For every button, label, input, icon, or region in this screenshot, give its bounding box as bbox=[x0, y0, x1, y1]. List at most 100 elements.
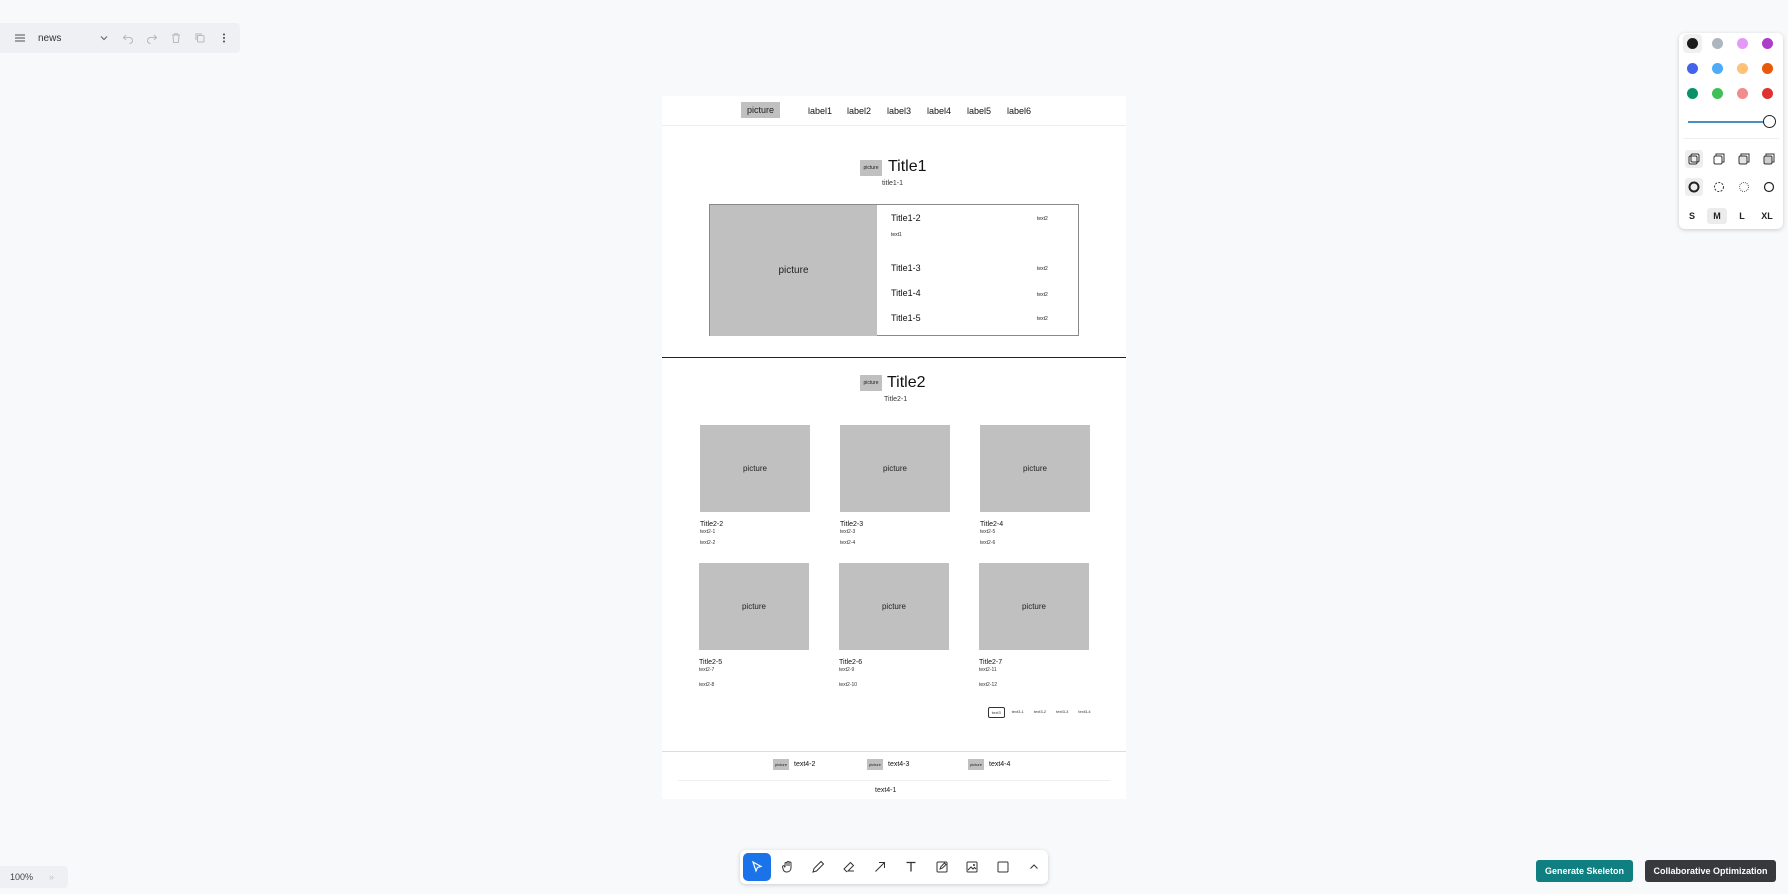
news-card[interactable]: picture Title2-2 text2-1 text2-2 bbox=[700, 425, 810, 546]
news-card-picture[interactable]: picture bbox=[979, 563, 1089, 650]
note-tool-icon[interactable] bbox=[928, 853, 956, 881]
color-swatch[interactable] bbox=[1712, 38, 1723, 49]
footer-item-text[interactable]: text4-2 bbox=[794, 761, 815, 768]
stroke-thin-icon[interactable] bbox=[1760, 178, 1778, 196]
color-swatch[interactable] bbox=[1737, 63, 1748, 74]
stroke-solid-icon[interactable] bbox=[1685, 178, 1703, 196]
duplicate-icon[interactable] bbox=[188, 26, 212, 50]
chevron-down-icon[interactable] bbox=[92, 26, 116, 50]
feature-picture[interactable]: picture bbox=[710, 205, 877, 336]
color-swatch[interactable] bbox=[1737, 88, 1748, 99]
image-tool-icon[interactable] bbox=[959, 853, 987, 881]
fill-pattern-icon[interactable] bbox=[1735, 150, 1753, 168]
select-tool-icon[interactable] bbox=[743, 853, 771, 881]
footer-item[interactable]: picture text4-2 bbox=[773, 759, 815, 770]
news-card-picture[interactable]: picture bbox=[699, 563, 809, 650]
feature-item-title[interactable]: Title1-3 bbox=[891, 263, 921, 273]
footer-item-picture[interactable]: picture bbox=[867, 759, 883, 770]
more-vertical-icon[interactable] bbox=[212, 26, 236, 50]
color-swatch[interactable] bbox=[1737, 38, 1748, 49]
news-card[interactable]: picture Title2-3 text2-3 text2-4 bbox=[840, 425, 950, 546]
arrow-tool-icon[interactable] bbox=[866, 853, 894, 881]
nav-label-3[interactable]: label3 bbox=[887, 106, 911, 116]
news-card-title[interactable]: Title2-6 bbox=[839, 659, 949, 666]
news-card-title[interactable]: Title2-2 bbox=[700, 521, 810, 528]
size-large-button[interactable]: L bbox=[1732, 208, 1752, 224]
section1-icon-picture[interactable]: picture bbox=[860, 160, 882, 176]
size-medium-button[interactable]: M bbox=[1707, 208, 1727, 224]
pagination-item[interactable]: text3 bbox=[988, 707, 1005, 718]
opacity-slider-handle[interactable] bbox=[1763, 115, 1776, 128]
eraser-tool-icon[interactable] bbox=[835, 853, 863, 881]
size-xlarge-button[interactable]: XL bbox=[1757, 208, 1777, 224]
rectangle-tool-icon[interactable] bbox=[989, 853, 1017, 881]
stroke-dotted-icon[interactable] bbox=[1735, 178, 1753, 196]
color-swatch[interactable] bbox=[1687, 88, 1698, 99]
nav-label-6[interactable]: label6 bbox=[1007, 106, 1031, 116]
stroke-dashed-icon[interactable] bbox=[1710, 178, 1728, 196]
news-card-picture[interactable]: picture bbox=[700, 425, 810, 512]
text-tool-icon[interactable] bbox=[897, 853, 925, 881]
news-card-title[interactable]: Title2-4 bbox=[980, 521, 1090, 528]
nav-label-1[interactable]: label1 bbox=[808, 106, 832, 116]
feature-block[interactable]: picture Title1-2 text2 text1 Title1-3 te… bbox=[709, 204, 1079, 336]
collaborative-optimization-button[interactable]: Collaborative Optimization bbox=[1645, 860, 1776, 882]
news-card-picture[interactable]: picture bbox=[980, 425, 1090, 512]
zoom-level[interactable]: 100% bbox=[10, 872, 33, 882]
section1-title[interactable]: Title1 bbox=[888, 158, 927, 176]
color-swatch[interactable] bbox=[1712, 88, 1723, 99]
color-swatch[interactable] bbox=[1687, 63, 1698, 74]
pagination-item[interactable]: text3-1 bbox=[1009, 707, 1027, 718]
footer-item[interactable]: picture text4-3 bbox=[867, 759, 909, 770]
pencil-tool-icon[interactable] bbox=[805, 853, 833, 881]
news-card[interactable]: picture Title2-7 text2-11 text2-12 bbox=[979, 563, 1089, 688]
color-swatch[interactable] bbox=[1762, 88, 1773, 99]
nav-label-5[interactable]: label5 bbox=[967, 106, 991, 116]
section2-icon-picture[interactable]: picture bbox=[860, 375, 882, 391]
color-swatch[interactable] bbox=[1683, 34, 1702, 53]
pagination-item[interactable]: text3-2 bbox=[1031, 707, 1049, 718]
section-divider[interactable] bbox=[662, 357, 1126, 358]
wireframe-page[interactable]: picture label1 label2 label3 label4 labe… bbox=[662, 96, 1126, 799]
feature-item-title[interactable]: Title1-4 bbox=[891, 288, 921, 298]
news-card[interactable]: picture Title2-6 text2-9 text2-10 bbox=[839, 563, 949, 688]
feature-item-title[interactable]: Title1-5 bbox=[891, 313, 921, 323]
fill-none-icon[interactable] bbox=[1685, 150, 1703, 168]
section2-title[interactable]: Title2 bbox=[887, 374, 926, 392]
pagination-item[interactable]: text3-4 bbox=[1075, 707, 1093, 718]
feature-item-title[interactable]: Title1-2 bbox=[891, 213, 921, 223]
footer-item-picture[interactable]: picture bbox=[773, 759, 789, 770]
news-card-picture[interactable]: picture bbox=[839, 563, 949, 650]
section1-subtitle[interactable]: title1-1 bbox=[882, 180, 903, 187]
news-card[interactable]: picture Title2-4 text2-5 text2-6 bbox=[980, 425, 1090, 546]
redo-icon[interactable] bbox=[140, 26, 164, 50]
footer-item[interactable]: picture text4-4 bbox=[968, 759, 1010, 770]
color-swatch[interactable] bbox=[1762, 63, 1773, 74]
footer-item-text[interactable]: text4-4 bbox=[989, 761, 1010, 768]
news-card[interactable]: picture Title2-5 text2-7 text2-8 bbox=[699, 563, 809, 688]
pagination-item[interactable]: text3-3 bbox=[1053, 707, 1071, 718]
chevron-up-icon[interactable] bbox=[1020, 853, 1048, 881]
trash-icon[interactable] bbox=[164, 26, 188, 50]
fill-semi-icon[interactable] bbox=[1710, 150, 1728, 168]
document-name[interactable]: news bbox=[32, 33, 92, 44]
generate-skeleton-button[interactable]: Generate Skeleton bbox=[1536, 860, 1633, 882]
news-card-title[interactable]: Title2-5 bbox=[699, 659, 809, 666]
opacity-slider-track[interactable] bbox=[1688, 121, 1768, 123]
color-swatch[interactable] bbox=[1712, 63, 1723, 74]
news-card-title[interactable]: Title2-3 bbox=[840, 521, 950, 528]
news-card-title[interactable]: Title2-7 bbox=[979, 659, 1089, 666]
hamburger-menu-icon[interactable] bbox=[8, 26, 32, 50]
forward-icon[interactable]: » bbox=[49, 872, 54, 882]
news-card-picture[interactable]: picture bbox=[840, 425, 950, 512]
color-swatch[interactable] bbox=[1762, 38, 1773, 49]
nav-label-2[interactable]: label2 bbox=[847, 106, 871, 116]
hand-tool-icon[interactable] bbox=[774, 853, 802, 881]
undo-icon[interactable] bbox=[116, 26, 140, 50]
nav-logo-picture[interactable]: picture bbox=[741, 102, 780, 118]
section2-subtitle[interactable]: Title2-1 bbox=[884, 396, 907, 403]
footer-item-text[interactable]: text4-3 bbox=[888, 761, 909, 768]
footer-copyright[interactable]: text4-1 bbox=[875, 787, 896, 794]
nav-label-4[interactable]: label4 bbox=[927, 106, 951, 116]
footer-item-picture[interactable]: picture bbox=[968, 759, 984, 770]
